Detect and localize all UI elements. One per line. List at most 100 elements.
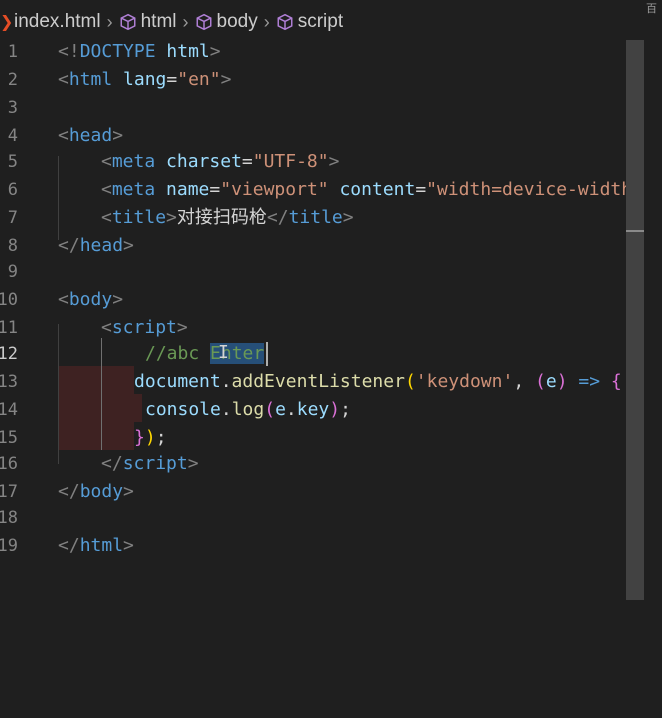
token-paren: (	[535, 371, 546, 392]
token-string: 'keydown'	[415, 371, 514, 392]
code-editor[interactable]: 1 2 3 4 5 6 7 8 9 10 11 12 13 14 15 16 1…	[0, 40, 662, 718]
html-file-icon: ❯	[0, 12, 12, 32]
code-line-10: <body>	[58, 286, 123, 314]
token-tag: body	[79, 481, 124, 502]
code-line-4: <head>	[58, 122, 123, 150]
token-bracket: <!	[58, 41, 80, 62]
breadcrumb-item-html[interactable]: html	[119, 11, 177, 33]
token-bracket: >	[176, 317, 188, 338]
token-bracket: <	[101, 151, 112, 172]
indent-guide	[101, 338, 102, 450]
token-bracket: </	[58, 535, 80, 556]
token-bracket: >	[123, 535, 134, 556]
line-number: 14	[0, 400, 18, 420]
code-line-7: <title>对接扫码枪</title>	[101, 204, 354, 232]
line-number-active: 12	[0, 344, 18, 364]
token-bracket: <	[101, 179, 112, 200]
token-paren: )	[556, 371, 568, 392]
token-tag: html	[68, 69, 113, 90]
token-tag: title	[288, 207, 343, 228]
chevron-right-icon: ›	[182, 11, 189, 32]
token-brace: {	[610, 371, 622, 392]
token-equals: =	[415, 179, 427, 200]
token-bracket: <	[58, 289, 69, 310]
line-number: 17	[0, 482, 18, 502]
token-bracket: </	[58, 235, 80, 256]
breadcrumb-item-body[interactable]: body	[195, 11, 258, 33]
token-paren: )	[144, 427, 156, 448]
token-tag: html	[79, 535, 124, 556]
code-line-17: </body>	[58, 478, 134, 506]
window-corner-text: 百	[646, 3, 657, 14]
code-line-12: //abc Enter	[145, 340, 265, 368]
token-bracket: <	[58, 125, 69, 146]
token-bracket: </	[266, 207, 289, 228]
line-number: 13	[0, 372, 18, 392]
breadcrumb-file[interactable]: index.html	[14, 11, 101, 33]
line-number: 18	[0, 508, 18, 528]
indent-guide	[58, 156, 59, 240]
token-arrow: =>	[567, 371, 611, 392]
text-cursor	[266, 342, 268, 366]
code-line-19: </html>	[58, 532, 134, 560]
token-paren: (	[404, 371, 416, 392]
token-equals: =	[209, 179, 221, 200]
chevron-right-icon: ›	[106, 11, 113, 32]
code-line-1: <!DOCTYPE html>	[58, 38, 221, 66]
code-line-5: <meta charset="UTF-8">	[101, 148, 339, 176]
line-number: 1	[7, 42, 18, 62]
line-number: 16	[0, 454, 18, 474]
token-brace: }	[134, 427, 145, 448]
token-paren: )	[329, 399, 341, 420]
vertical-scrollbar[interactable]	[626, 40, 644, 600]
line-number: 15	[0, 428, 18, 448]
token-bracket: >	[220, 69, 232, 90]
line-number: 3	[7, 98, 18, 118]
line-number: 7	[7, 208, 18, 228]
token-tag: script	[122, 453, 188, 474]
token-dot: .	[285, 399, 297, 420]
indent-guide	[58, 324, 59, 464]
token-bracket: <	[58, 69, 69, 90]
token-attribute: charset	[166, 151, 242, 172]
cube-icon	[277, 13, 293, 31]
token-semicolon: ;	[155, 427, 167, 448]
token-bracket: >	[123, 481, 134, 502]
token-equals: =	[166, 69, 178, 90]
change-highlight	[134, 394, 142, 422]
breadcrumb-item-script[interactable]: script	[276, 11, 343, 33]
token-bracket: <	[101, 207, 112, 228]
token-bracket: >	[328, 151, 340, 172]
token-attribute: content	[339, 179, 416, 200]
line-number: 11	[0, 318, 18, 338]
line-number: 5	[7, 152, 18, 172]
token-function: addEventListener	[231, 371, 405, 392]
token-tag: title	[111, 207, 167, 228]
token-parameter: e	[545, 371, 557, 392]
code-line-13: document.addEventListener('keydown', (e)…	[134, 368, 622, 396]
scrollbar-marker	[626, 230, 644, 232]
token-bracket: >	[112, 125, 124, 146]
token-string: "width=device-width	[426, 179, 633, 200]
breadcrumb-item-label: script	[297, 11, 344, 32]
cube-icon	[120, 13, 136, 31]
code-line-8: </head>	[58, 232, 134, 260]
token-tag: DOCTYPE	[79, 41, 156, 62]
line-number-gutter: 1 2 3 4 5 6 7 8 9 10 11 12 13 14 15 16 1…	[0, 42, 40, 718]
line-number: 8	[7, 236, 18, 256]
token-comma: ,	[513, 371, 536, 392]
cube-icon	[196, 13, 211, 31]
ibeam-cursor-icon: I	[218, 342, 229, 363]
line-number: 4	[7, 126, 18, 146]
token-tag: meta	[111, 179, 156, 200]
token-variable: document	[134, 371, 221, 392]
token-equals: =	[241, 151, 253, 172]
token-string: "viewport"	[220, 179, 329, 200]
chevron-right-icon: ›	[263, 11, 270, 32]
line-number: 2	[7, 70, 18, 90]
